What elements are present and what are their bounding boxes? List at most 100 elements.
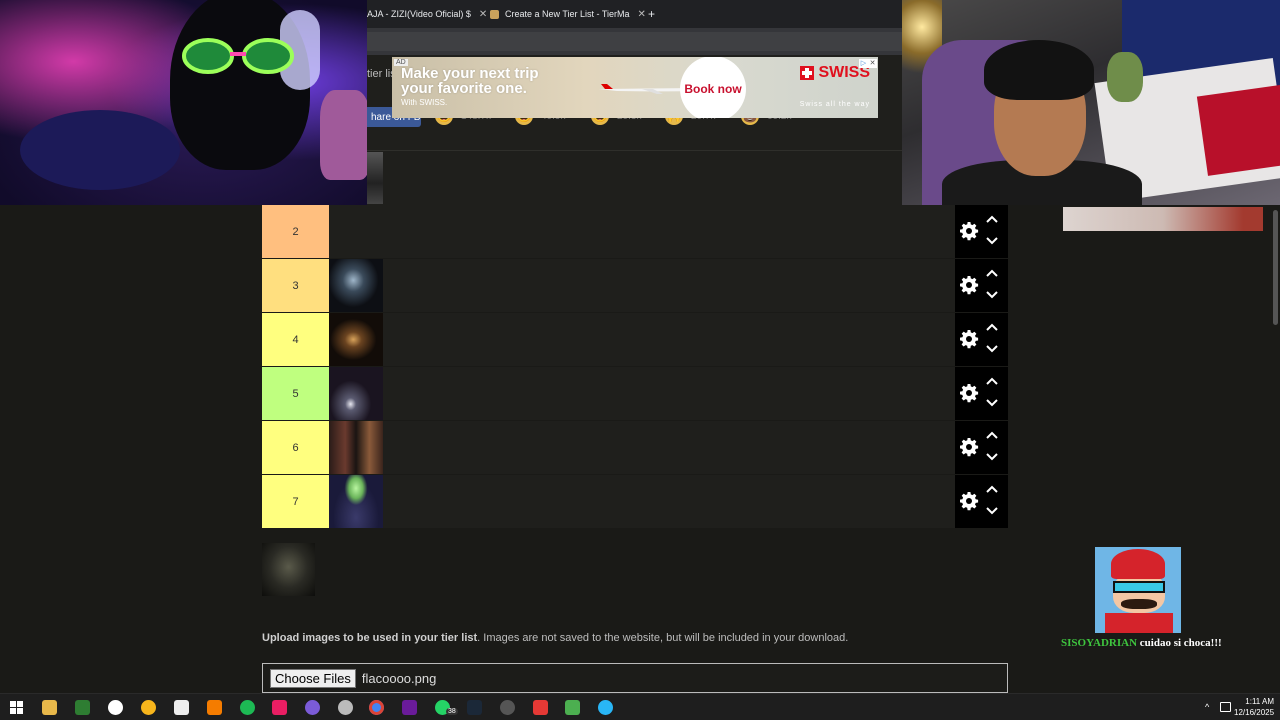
tier-row: 4 <box>262 313 1008 367</box>
chevron-up-icon[interactable] <box>986 377 998 385</box>
terminal-icon[interactable] <box>75 700 90 715</box>
ad-info-icon[interactable]: ▷ <box>859 59 868 68</box>
app-icon[interactable] <box>207 700 222 715</box>
tier-row: 5 <box>262 367 1008 421</box>
address-bar[interactable] <box>367 28 902 55</box>
tab-close-icon[interactable]: ✕ <box>638 9 646 20</box>
chat-text: cuidao si choca!!! <box>1137 637 1222 649</box>
screen: AJA - ZIZI(Video Oficial) $ ✕ Create a N… <box>0 0 1280 720</box>
tier-controls <box>955 367 1008 420</box>
tier-row: 3 <box>262 259 1008 313</box>
upload-instructions: Upload images to be used in your tier li… <box>262 632 848 644</box>
tier-list: 2 3 4 5 6 7 <box>262 205 1008 529</box>
tier-label[interactable]: 2 <box>262 205 329 258</box>
4k-app-icon[interactable] <box>500 700 515 715</box>
tier-items[interactable] <box>329 313 383 366</box>
tier-image-thumbnail[interactable] <box>329 259 383 312</box>
chevron-up-icon[interactable]: ^ <box>1205 703 1214 712</box>
tier-items[interactable] <box>329 367 383 420</box>
file-explorer-icon[interactable] <box>42 700 57 715</box>
tier-image-thumbnail[interactable] <box>329 475 383 528</box>
unranked-image-thumbnail[interactable] <box>262 543 315 596</box>
discord-icon[interactable] <box>141 700 156 715</box>
chevron-down-icon[interactable] <box>986 237 998 245</box>
steam-icon[interactable] <box>467 700 482 715</box>
chevron-down-icon[interactable] <box>986 399 998 407</box>
chevron-up-icon[interactable] <box>986 323 998 331</box>
network-icon[interactable] <box>1220 702 1231 712</box>
chevron-down-icon[interactable] <box>986 453 998 461</box>
tab-music-video[interactable]: AJA - ZIZI(Video Oficial) $ ✕ <box>367 0 487 28</box>
scrollbar-thumb[interactable] <box>1273 210 1278 325</box>
chevron-down-icon[interactable] <box>986 507 998 515</box>
spotify-icon[interactable] <box>240 700 255 715</box>
roblox-icon[interactable] <box>533 700 548 715</box>
gear-icon[interactable] <box>959 221 979 241</box>
selected-file-name: flacoooo.png <box>361 670 437 686</box>
chrome-icon[interactable] <box>369 700 384 715</box>
choose-files-button[interactable]: Choose Files <box>270 668 356 688</box>
clock-time: 1:11 AM <box>1245 697 1275 706</box>
windows-start-icon[interactable] <box>9 700 24 715</box>
ad-close-icon[interactable]: ✕ <box>868 59 877 68</box>
app-icon[interactable] <box>598 700 613 715</box>
new-tab-button[interactable]: + <box>648 0 655 28</box>
taskbar-clock[interactable]: 1:11 AM 12/16/2025 <box>1234 696 1274 718</box>
tier-row: 6 <box>262 421 1008 475</box>
party-glasses <box>182 38 294 74</box>
chevron-up-icon[interactable] <box>986 269 998 277</box>
capcut-icon[interactable] <box>174 700 189 715</box>
chevron-up-icon[interactable] <box>986 431 998 439</box>
gear-icon[interactable] <box>959 275 979 295</box>
minecraft-icon[interactable] <box>565 700 580 715</box>
webcam-right <box>902 0 1280 205</box>
chevron-down-icon[interactable] <box>986 291 998 299</box>
gear-icon[interactable] <box>959 383 979 403</box>
file-upload-field[interactable]: Choose Files flacoooo.png <box>262 663 1008 693</box>
tier-items[interactable] <box>329 421 383 474</box>
tier-controls <box>955 205 1008 258</box>
gear-icon[interactable] <box>959 491 979 511</box>
book-now-button[interactable]: Book now <box>680 57 746 118</box>
obs-icon[interactable] <box>108 700 123 715</box>
tier-controls <box>955 421 1008 474</box>
gear-icon[interactable] <box>959 437 979 457</box>
tier-image-thumbnail[interactable] <box>329 367 383 420</box>
tab-title: AJA - ZIZI(Video Oficial) $ <box>367 9 471 19</box>
ad-tagline: Swiss all the way <box>799 101 870 108</box>
settings-app-icon[interactable] <box>338 700 353 715</box>
clock-date: 12/16/2025 <box>1234 708 1275 717</box>
next-app-icon[interactable] <box>402 700 417 715</box>
upload-instructions-rest: . Images are not saved to the website, b… <box>477 632 849 644</box>
tab-close-icon[interactable]: ✕ <box>479 9 487 20</box>
webcam-left <box>0 0 367 205</box>
swiss-ad-banner[interactable]: AD Make your next trip your favorite one… <box>392 57 878 118</box>
tier-label[interactable]: 5 <box>262 367 329 420</box>
tier-image-thumbnail[interactable] <box>329 313 383 366</box>
tier-label[interactable]: 4 <box>262 313 329 366</box>
swiss-cross-icon <box>800 66 815 80</box>
tier-controls <box>955 475 1008 528</box>
chevron-up-icon[interactable] <box>986 215 998 223</box>
upload-instructions-bold: Upload images to be used in your tier li… <box>262 632 478 644</box>
tier-image-thumbnail[interactable] <box>367 152 383 204</box>
tab-title: Create a New Tier List - TierMa <box>505 9 630 19</box>
tier-items[interactable] <box>329 475 383 528</box>
tier-label[interactable]: 6 <box>262 421 329 474</box>
tiermaker-favicon-icon <box>490 9 499 19</box>
browser-icon[interactable] <box>305 700 320 715</box>
gear-icon[interactable] <box>959 329 979 349</box>
tab-tiermaker[interactable]: Create a New Tier List - TierMa ✕ <box>490 0 646 28</box>
tier-label[interactable]: 7 <box>262 475 329 528</box>
sidebar-ad-image[interactable] <box>1063 207 1263 231</box>
chevron-down-icon[interactable] <box>986 345 998 353</box>
tiktok-icon[interactable] <box>272 700 287 715</box>
tier-items[interactable] <box>329 259 383 312</box>
ad-headline: Make your next trip your favorite one. <box>401 65 539 97</box>
tier-row: 2 <box>262 205 1008 259</box>
chevron-up-icon[interactable] <box>986 485 998 493</box>
tier-image-thumbnail[interactable] <box>329 421 383 474</box>
tier-label[interactable]: 3 <box>262 259 329 312</box>
notification-badge: 38 <box>446 708 458 715</box>
ad-subline: With SWISS. <box>401 98 448 107</box>
